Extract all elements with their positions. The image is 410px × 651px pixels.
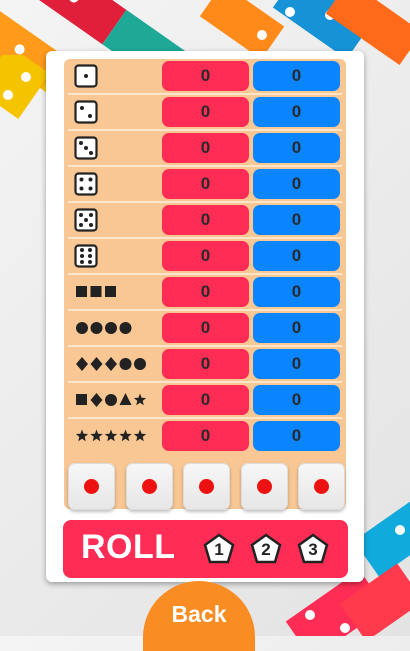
game-board: 0000000000000000000000 ROLL 123 bbox=[46, 51, 364, 582]
score-row: 00 bbox=[64, 203, 346, 239]
die-pip bbox=[141, 479, 157, 494]
die-button[interactable] bbox=[125, 463, 173, 510]
three-squares-icon bbox=[74, 280, 122, 304]
score-row: 00 bbox=[64, 347, 346, 383]
red-player-score[interactable]: 0 bbox=[162, 61, 249, 91]
red-player-score[interactable]: 0 bbox=[162, 133, 249, 163]
blue-player-score[interactable]: 0 bbox=[253, 133, 340, 163]
die-face-5-icon bbox=[74, 208, 98, 232]
die-face-6-icon bbox=[74, 244, 98, 268]
score-row: 00 bbox=[64, 59, 346, 95]
roll-label: ROLL bbox=[81, 528, 176, 566]
score-row: 00 bbox=[64, 95, 346, 131]
roll-button[interactable]: ROLL 1 2 3 bbox=[63, 520, 348, 578]
blue-player-score[interactable]: 0 bbox=[253, 277, 340, 307]
red-player-score[interactable]: 0 bbox=[162, 241, 249, 271]
score-row: 00 bbox=[64, 275, 346, 311]
red-player-score[interactable]: 0 bbox=[162, 421, 249, 451]
die-face-2-icon bbox=[74, 100, 98, 124]
score-row: 00 bbox=[64, 131, 346, 167]
blue-player-score[interactable]: 0 bbox=[253, 421, 340, 451]
blue-player-score[interactable]: 0 bbox=[253, 385, 340, 415]
score-row: 00 bbox=[64, 239, 346, 275]
score-row: 00 bbox=[64, 167, 346, 203]
die-button[interactable] bbox=[240, 463, 288, 510]
blue-player-score[interactable]: 0 bbox=[253, 313, 340, 343]
red-player-score[interactable]: 0 bbox=[162, 349, 249, 379]
die-button[interactable] bbox=[183, 463, 230, 510]
red-player-score[interactable]: 0 bbox=[162, 313, 249, 343]
die-face-3-icon bbox=[74, 136, 98, 160]
die-pip bbox=[84, 479, 99, 494]
turn-indicator-icon: 2 bbox=[250, 533, 282, 565]
turn-number: 2 bbox=[261, 540, 271, 559]
red-player-score[interactable]: 0 bbox=[162, 205, 249, 235]
five-stars-icon bbox=[74, 424, 151, 448]
turn-number: 3 bbox=[308, 540, 318, 559]
die-pip bbox=[199, 479, 214, 494]
turn-indicator-icon: 1 bbox=[203, 533, 235, 565]
blue-player-score[interactable]: 0 bbox=[253, 97, 340, 127]
score-row: 00 bbox=[64, 383, 346, 419]
score-row: 00 bbox=[64, 419, 346, 453]
die-face-4-icon bbox=[74, 172, 98, 196]
domino-decoration-left bbox=[0, 55, 46, 125]
turn-indicator-icon: 3 bbox=[297, 533, 329, 565]
die-pip bbox=[256, 479, 272, 494]
red-player-score[interactable]: 0 bbox=[162, 385, 249, 415]
die-button[interactable] bbox=[68, 463, 115, 510]
two-diamonds-three-circles-icon bbox=[74, 352, 151, 376]
blue-player-score[interactable]: 0 bbox=[253, 349, 340, 379]
dice-tray bbox=[64, 463, 346, 515]
blue-player-score[interactable]: 0 bbox=[253, 205, 340, 235]
back-button[interactable]: Back bbox=[143, 581, 255, 651]
blue-player-score[interactable]: 0 bbox=[253, 241, 340, 271]
red-player-score[interactable]: 0 bbox=[162, 169, 249, 199]
score-row: 00 bbox=[64, 311, 346, 347]
blue-player-score[interactable]: 0 bbox=[253, 61, 340, 91]
mixed-shapes-icon bbox=[74, 388, 151, 412]
red-player-score[interactable]: 0 bbox=[162, 97, 249, 127]
turn-number: 1 bbox=[214, 540, 224, 559]
blue-player-score[interactable]: 0 bbox=[253, 169, 340, 199]
die-face-1-icon bbox=[74, 64, 98, 88]
four-circles-icon bbox=[74, 316, 136, 340]
scorecard-table: 0000000000000000000000 bbox=[64, 59, 346, 509]
die-pip bbox=[314, 479, 329, 494]
red-player-score[interactable]: 0 bbox=[162, 277, 249, 307]
die-button[interactable] bbox=[298, 463, 345, 510]
